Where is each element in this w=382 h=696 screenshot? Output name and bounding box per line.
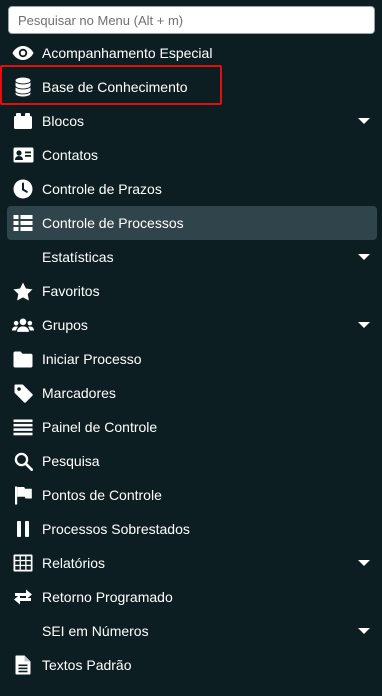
- menu-item-label: Acompanhamento Especial: [42, 45, 213, 61]
- menu-item-label: Pontos de Controle: [42, 487, 162, 503]
- menu-item-base-de-conhecimento[interactable]: Base de Conhecimento: [0, 70, 382, 104]
- menu-item-label: Estatísticas: [42, 249, 114, 265]
- menu-item-blocos[interactable]: Blocos: [0, 104, 382, 138]
- menu-item-label: Processos Sobrestados: [42, 521, 190, 537]
- menu-item-label: Favoritos: [42, 283, 100, 299]
- menu-item-pontos-de-controle[interactable]: Pontos de Controle: [0, 478, 382, 512]
- menu-item-iniciar-processo[interactable]: Iniciar Processo: [0, 342, 382, 376]
- menu-item-pesquisa[interactable]: Pesquisa: [0, 444, 382, 478]
- menu-item-processos-sobrestados[interactable]: Processos Sobrestados: [0, 512, 382, 546]
- folder-icon: [12, 348, 34, 370]
- menu-item-label: Controle de Processos: [42, 215, 184, 231]
- exchange-icon: [12, 586, 34, 608]
- chevron-down-icon[interactable]: [358, 118, 370, 124]
- menu-item-estatisticas[interactable]: Estatísticas: [0, 240, 382, 274]
- menu-item-label: Contatos: [42, 147, 99, 163]
- menu-item-label: Textos Padrão: [42, 657, 132, 673]
- menu-item-retorno-programado[interactable]: Retorno Programado: [0, 580, 382, 614]
- menu-item-textos-padrao[interactable]: Textos Padrão: [0, 648, 382, 682]
- file-text-icon: [12, 654, 34, 676]
- menu-item-label: Marcadores: [42, 385, 116, 401]
- menu-item-favoritos[interactable]: Favoritos: [0, 274, 382, 308]
- menu-item-contatos[interactable]: Contatos: [0, 138, 382, 172]
- list-icon: [12, 212, 34, 234]
- menu-item-label: SEI em Números: [42, 623, 149, 639]
- menu-item-label: Relatórios: [42, 555, 106, 571]
- star-icon: [12, 280, 34, 302]
- menu-item-label: Pesquisa: [42, 453, 100, 469]
- menu-item-label: Blocos: [42, 113, 85, 129]
- menu-search-input[interactable]: [8, 6, 375, 34]
- menu-item-acompanhamento-especial[interactable]: Acompanhamento Especial: [0, 36, 382, 70]
- flag-icon: [12, 484, 34, 506]
- chevron-down-icon[interactable]: [358, 628, 370, 634]
- menu-item-controle-de-processos[interactable]: Controle de Processos: [7, 206, 377, 240]
- chevron-down-icon[interactable]: [358, 254, 370, 260]
- pause-icon: [12, 518, 34, 540]
- menu-item-relatorios[interactable]: Relatórios: [0, 546, 382, 580]
- database-icon: [12, 76, 34, 98]
- menu-item-label: Retorno Programado: [42, 589, 173, 605]
- eye-icon: [12, 42, 34, 64]
- chevron-down-icon[interactable]: [358, 560, 370, 566]
- bars-icon: [12, 416, 34, 438]
- clock-icon: [12, 178, 34, 200]
- menu-item-label: Base de Conhecimento: [42, 79, 188, 95]
- chevron-down-icon[interactable]: [358, 322, 370, 328]
- search-icon: [12, 450, 34, 472]
- menu-item-controle-de-prazos[interactable]: Controle de Prazos: [0, 172, 382, 206]
- menu-item-marcadores[interactable]: Marcadores: [0, 376, 382, 410]
- tag-icon: [12, 382, 34, 404]
- menu-item-sei-em-numeros[interactable]: SEI em Números: [0, 614, 382, 648]
- menu-item-painel-de-controle[interactable]: Painel de Controle: [0, 410, 382, 444]
- menu-item-label: Iniciar Processo: [42, 351, 142, 367]
- menu-item-label: Grupos: [42, 317, 88, 333]
- menu-item-grupos[interactable]: Grupos: [0, 308, 382, 342]
- contact-card-icon: [12, 144, 34, 166]
- menu-item-label: Painel de Controle: [42, 419, 158, 435]
- blocks-icon: [12, 110, 34, 132]
- users-icon: [12, 314, 34, 336]
- side-menu: Acompanhamento Especial Base de Conhecim…: [0, 36, 382, 682]
- table-icon: [12, 552, 34, 574]
- menu-item-label: Controle de Prazos: [42, 181, 162, 197]
